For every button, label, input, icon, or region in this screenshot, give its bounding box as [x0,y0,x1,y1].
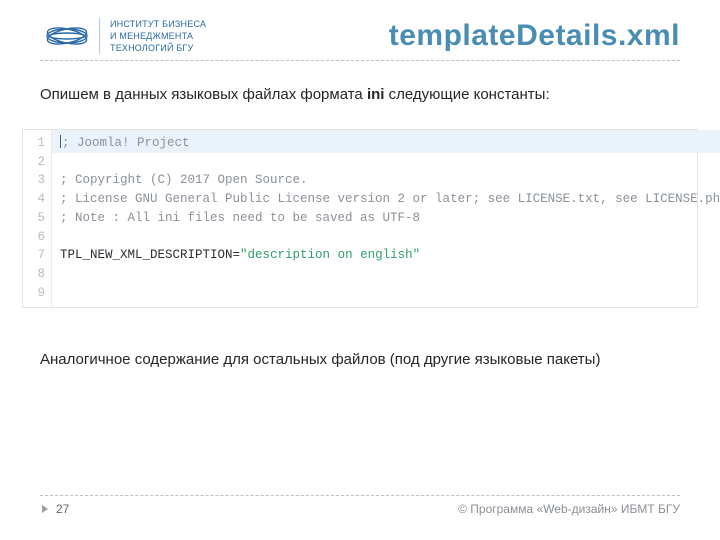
org-line: ИНСТИТУТ БИЗНЕСА [110,18,206,30]
page-title: templateDetails.xml [389,19,680,53]
code-line: ; License GNU General Public License ver… [60,192,720,206]
line-number: 1 [33,134,45,153]
line-number-gutter: 1 2 3 4 5 6 7 8 9 [23,130,52,307]
code-eq: = [233,248,241,262]
footer: 27 © Программа «Web-дизайн» ИБМТ БГУ [40,495,680,516]
line-number: 3 [33,171,45,190]
logo-block: ИНСТИТУТ БИЗНЕСА И МЕНЕДЖМЕНТА ТЕХНОЛОГИ… [45,18,206,54]
code-line: ; Copyright (C) 2017 Open Source. [60,173,308,187]
globe-logo-icon [45,18,89,54]
intro-text: Опишем в данных языковых файлах формата [40,86,367,103]
org-line: ТЕХНОЛОГИЙ БГУ [110,42,206,54]
code-line: ; Joomla! Project [62,136,190,150]
code-block: 1 2 3 4 5 6 7 8 9 ; Joomla! Project ; Co… [22,129,698,308]
line-number: 7 [33,246,45,265]
intro-paragraph: Опишем в данных языковых файлах формата … [40,79,680,111]
line-number: 9 [33,284,45,303]
org-line: И МЕНЕДЖМЕНТА [110,30,206,42]
page-number-value: 27 [56,502,69,516]
copyright: © Программа «Web-дизайн» ИБМТ БГУ [458,502,680,516]
triangle-icon [40,504,50,514]
org-name: ИНСТИТУТ БИЗНЕСА И МЕНЕДЖМЕНТА ТЕХНОЛОГИ… [99,18,206,54]
line-number: 5 [33,209,45,228]
line-number: 6 [33,228,45,247]
code-content: ; Joomla! Project ; Copyright (C) 2017 O… [52,130,720,307]
intro-bold: ini [367,86,385,103]
code-string: "description on english" [240,248,420,262]
cursor-icon [60,135,61,148]
line-number: 8 [33,265,45,284]
code-line: ; Note : All ini files need to be saved … [60,211,420,225]
outro-paragraph: Аналогичное содержание для остальных фай… [40,344,680,376]
divider-bottom [40,495,680,496]
line-number: 4 [33,190,45,209]
intro-text: следующие константы: [384,86,549,103]
code-key: TPL_NEW_XML_DESCRIPTION [60,248,233,262]
line-number: 2 [33,153,45,172]
page-number: 27 [40,502,69,516]
